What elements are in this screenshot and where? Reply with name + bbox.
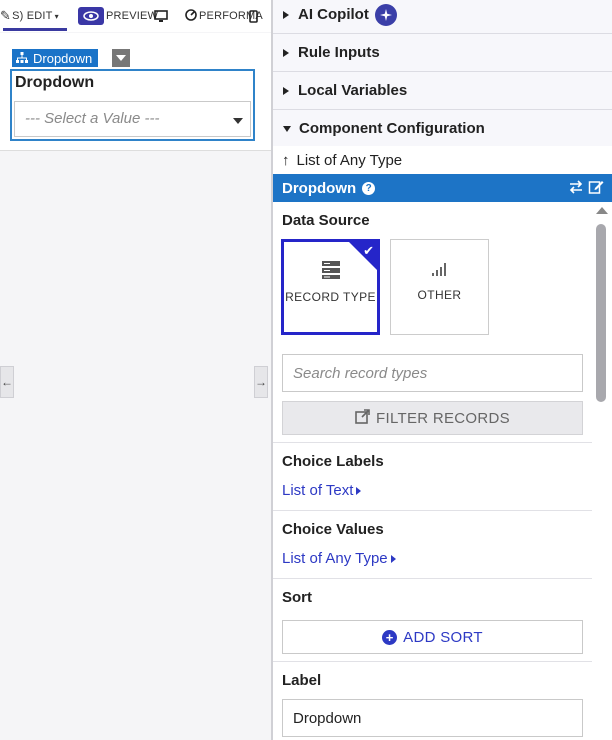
record-type-search-input[interactable]: Search record types [282,354,583,392]
add-sort-label: ADD SORT [403,628,483,646]
design-canvas: ✎ S) EDIT ▾ PREVIEW PERFORMA Dropdown Dr… [0,0,271,740]
chevron-down-icon: ▾ [54,11,59,21]
caret-down-icon [116,55,126,61]
edit-mode-tab[interactable]: ✎ S) EDIT ▾ [0,6,59,26]
divider [273,442,592,443]
dropdown-select[interactable]: --- Select a Value --- [14,101,251,137]
divider [273,661,592,662]
sort-title: Sort [282,589,312,606]
edit-mode-label: S) EDIT [12,10,53,22]
caret-right-icon [283,48,289,57]
breadcrumb-label: List of Any Type [296,151,403,169]
canvas-component-card: Dropdown Dropdown --- Select a Value --- [0,33,271,151]
active-tab-indicator [3,28,67,31]
component-tag-label: Dropdown [33,50,93,66]
help-icon[interactable]: ? [362,181,376,195]
gauge-icon [185,8,197,24]
edit-icon[interactable] [588,179,604,199]
mode-toolbar: ✎ S) EDIT ▾ PREVIEW PERFORMA [0,0,271,32]
add-sort-button[interactable]: + ADD SORT [282,620,583,654]
external-link-icon [355,408,370,428]
tag-menu-button[interactable] [112,49,130,67]
record-type-option[interactable]: ✔ RECORD TYPE [281,239,380,335]
dropdown-label: Dropdown [15,74,95,91]
rule-inputs-title: Rule Inputs [298,44,380,61]
plus-circle-icon: + [382,629,398,645]
component-header: Dropdown ? [273,174,612,202]
phone-icon[interactable] [249,6,258,26]
data-source-title: Data Source [282,212,370,229]
local-variables-section[interactable]: Local Variables [273,72,612,110]
label-input[interactable]: Dropdown [282,699,583,737]
caret-right-icon [283,86,289,95]
choice-values-value: List of Any Type [282,550,388,567]
preview-label: PREVIEW [106,10,159,22]
choice-labels-value: List of Text [282,482,354,499]
scroll-up-arrow-icon[interactable] [596,207,608,214]
configuration-panel: AI Copilot Rule Inputs Local Variables C… [273,0,612,740]
caret-right-icon [356,486,362,495]
hierarchy-icon [16,51,28,66]
filter-records-button[interactable]: FILTER RECORDS [282,401,583,435]
preview-mode-tab[interactable]: PREVIEW [78,6,158,26]
filter-records-label: FILTER RECORDS [376,409,510,427]
local-variables-title: Local Variables [298,82,408,99]
swap-icon[interactable] [568,179,584,199]
arrow-right-icon: → [255,375,267,389]
choice-values-link[interactable]: List of Any Type [282,550,396,567]
component-title: Dropdown [282,179,357,197]
sparkle-icon [374,3,397,26]
dropdown-placeholder: --- Select a Value --- [25,110,160,127]
caret-down-icon [283,125,291,132]
ai-copilot-title: AI Copilot [298,6,369,23]
collapse-right-button[interactable]: → [254,366,268,398]
eye-icon [78,7,104,25]
arrow-up-icon: ↑ [282,151,290,169]
scrollbar-thumb[interactable] [596,224,606,402]
divider [273,510,592,511]
label-value: Dropdown [293,709,362,727]
component-tag[interactable]: Dropdown [12,49,99,67]
choice-labels-title: Choice Labels [282,453,384,470]
caret-right-icon [283,10,289,19]
edit-icon: ✎ [0,8,12,23]
divider [273,578,592,579]
caret-down-icon [233,118,243,124]
choice-labels-link[interactable]: List of Text [282,482,362,499]
arrow-left-icon: ← [1,375,13,389]
other-label: OTHER [417,288,462,302]
check-icon: ✔ [363,243,374,258]
record-type-label: RECORD TYPE [285,290,376,304]
other-option[interactable]: OTHER [390,239,489,335]
label-title: Label [282,672,322,689]
ai-copilot-section[interactable]: AI Copilot [273,0,612,34]
component-configuration-title: Component Configuration [299,120,485,137]
caret-right-icon [390,554,396,563]
monitor-icon[interactable] [154,6,168,26]
component-configuration-section[interactable]: Component Configuration [273,110,612,148]
signal-bars-icon [430,258,450,278]
dropdown-component[interactable]: Dropdown --- Select a Value --- [10,69,255,141]
parent-breadcrumb[interactable]: ↑ List of Any Type [273,146,612,174]
search-placeholder: Search record types [293,364,428,382]
collapse-left-button[interactable]: ← [0,366,14,398]
rule-inputs-section[interactable]: Rule Inputs [273,34,612,72]
database-icon [321,260,341,280]
scrollbar[interactable] [594,204,608,740]
choice-values-title: Choice Values [282,521,384,538]
